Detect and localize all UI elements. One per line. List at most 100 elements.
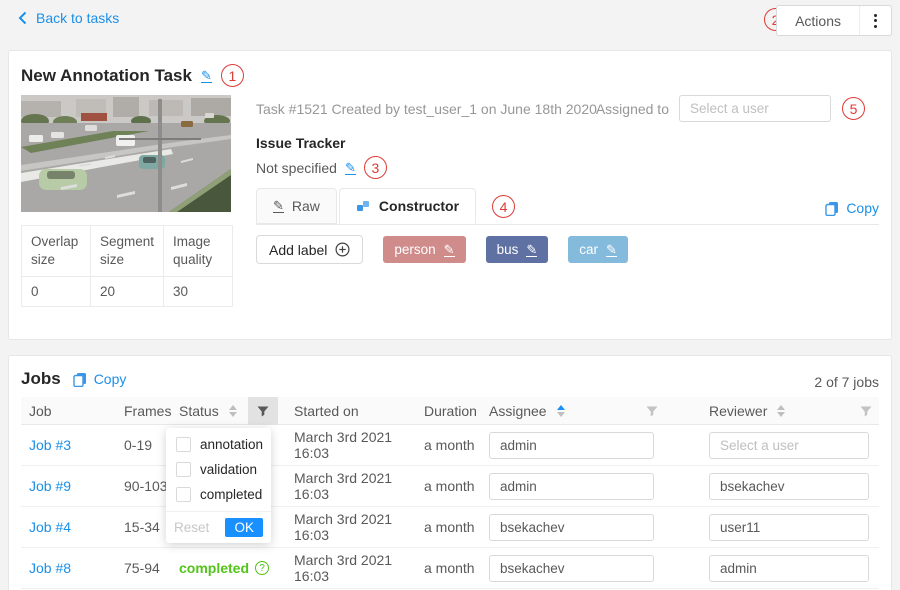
tab-raw-label: Raw <box>292 198 320 214</box>
more-menu-icon[interactable] <box>859 6 891 35</box>
started-cell: March 3rd 2021 16:03 <box>286 470 416 502</box>
annotation-badge-4: 4 <box>492 195 515 218</box>
tab-raw[interactable]: ✎ Raw <box>256 188 337 224</box>
table-row: Job #4 15-34 March 3rd 2021 16:03 a mont… <box>21 507 879 548</box>
column-started-on: Started on <box>286 397 416 425</box>
duration-cell: a month <box>416 560 481 576</box>
filter-option-completed[interactable]: completed <box>166 482 271 507</box>
jobs-count: 2 of 7 jobs <box>814 374 879 390</box>
plus-circle-icon <box>335 242 350 257</box>
filter-option-label: validation <box>200 462 257 477</box>
tab-constructor[interactable]: Constructor <box>339 188 476 224</box>
annotation-badge-5: 5 <box>842 97 865 120</box>
column-job: Job <box>21 397 116 425</box>
filter-option-annotation[interactable]: annotation <box>166 432 271 457</box>
task-title: New Annotation Task <box>21 66 192 86</box>
annotation-badge-1: 1 <box>221 64 244 87</box>
chevron-left-icon <box>18 11 27 25</box>
jobs-card: Jobs Copy 2 of 7 jobs Job Frames Status … <box>8 355 892 590</box>
edit-title-icon[interactable]: ✎ <box>201 69 212 83</box>
filter-reviewer-icon[interactable] <box>851 397 881 425</box>
block-build-icon <box>356 199 371 213</box>
edit-label-icon[interactable]: ✎ <box>606 243 617 257</box>
sort-status-control[interactable] <box>229 405 237 417</box>
assignee-input[interactable] <box>489 555 654 582</box>
assignee-input[interactable] <box>489 514 654 541</box>
pencil-icon: ✎ <box>273 199 284 213</box>
frames-cell: 75-94 <box>116 560 171 576</box>
reviewer-input[interactable] <box>709 514 869 541</box>
jobs-table-header: Job Frames Status Started on Duration As… <box>21 397 879 425</box>
status-cell: completed ? <box>171 560 286 576</box>
duration-cell: a month <box>416 519 481 535</box>
started-cell: March 3rd 2021 16:03 <box>286 511 416 543</box>
label-chip-person-name: person <box>394 242 435 257</box>
label-chip-person[interactable]: person ✎ <box>383 236 465 263</box>
back-to-tasks-link[interactable]: Back to tasks <box>18 10 119 26</box>
edit-label-icon[interactable]: ✎ <box>444 243 455 257</box>
add-label-button[interactable]: Add label <box>256 235 363 264</box>
ok-filter-button[interactable]: OK <box>225 518 263 537</box>
actions-label[interactable]: Actions <box>777 6 859 35</box>
reviewer-input[interactable] <box>709 432 869 459</box>
column-duration: Duration <box>416 397 481 425</box>
copy-labels-link[interactable]: Copy <box>825 200 879 216</box>
param-value-quality: 30 <box>164 277 233 307</box>
filter-status-icon[interactable] <box>248 397 278 425</box>
copy-jobs-label: Copy <box>94 371 127 387</box>
labels-constructor: Add label person ✎ bus ✎ car ✎ <box>256 235 628 264</box>
jobs-table-body: Job #3 0-19 March 3rd 2021 16:03 a month… <box>21 425 879 589</box>
checkbox-validation[interactable] <box>176 462 191 477</box>
job-link[interactable]: Job #4 <box>29 519 71 535</box>
copy-icon <box>825 201 839 216</box>
checkbox-annotation[interactable] <box>176 437 191 452</box>
label-chip-bus[interactable]: bus ✎ <box>486 236 549 263</box>
copy-label: Copy <box>846 200 879 216</box>
frames-cell: 0-19 <box>116 437 171 453</box>
add-label-text: Add label <box>269 242 327 258</box>
tab-constructor-label: Constructor <box>379 198 459 214</box>
edit-issue-tracker-icon[interactable]: ✎ <box>345 161 356 175</box>
jobs-title: Jobs <box>21 369 61 389</box>
assigned-to-input[interactable] <box>679 95 831 122</box>
annotation-badge-3: 3 <box>364 156 387 179</box>
job-link[interactable]: Job #8 <box>29 560 71 576</box>
checkbox-completed[interactable] <box>176 487 191 502</box>
label-chip-car[interactable]: car ✎ <box>568 236 628 263</box>
column-frames: Frames <box>116 397 171 425</box>
reviewer-input[interactable] <box>709 473 869 500</box>
column-assignee: Assignee <box>481 397 701 425</box>
issue-tracker-value: Not specified <box>256 160 337 176</box>
duration-cell: a month <box>416 478 481 494</box>
filter-option-label: completed <box>200 487 262 502</box>
param-header-overlap: Overlap size <box>22 226 91 277</box>
column-status-label: Status <box>179 403 219 419</box>
sort-reviewer-control[interactable] <box>777 405 785 417</box>
back-label: Back to tasks <box>36 10 119 26</box>
job-link[interactable]: Job #9 <box>29 478 71 494</box>
frames-cell: 90-103 <box>116 478 171 494</box>
question-circle-icon[interactable]: ? <box>255 561 269 575</box>
task-preview-image <box>21 95 231 212</box>
frames-cell: 15-34 <box>116 519 171 535</box>
task-detail-page: Back to tasks 2 Actions New Annotation T… <box>0 0 900 590</box>
reviewer-input[interactable] <box>709 555 869 582</box>
assignee-input[interactable] <box>489 473 654 500</box>
table-row: Job #3 0-19 March 3rd 2021 16:03 a month <box>21 425 879 466</box>
actions-button[interactable]: Actions <box>776 5 892 36</box>
started-cell: March 3rd 2021 16:03 <box>286 429 416 461</box>
assignee-input[interactable] <box>489 432 654 459</box>
filter-option-label: annotation <box>200 437 263 452</box>
copy-jobs-link[interactable]: Copy <box>73 371 127 387</box>
edit-label-icon[interactable]: ✎ <box>526 243 537 257</box>
filter-option-validation[interactable]: validation <box>166 457 271 482</box>
param-header-quality: Image quality <box>164 226 233 277</box>
job-link[interactable]: Job #3 <box>29 437 71 453</box>
labels-tabs-bar: ✎ Raw Constructor 4 Copy <box>256 188 879 225</box>
param-value-overlap: 0 <box>22 277 91 307</box>
duration-cell: a month <box>416 437 481 453</box>
copy-icon <box>73 372 87 387</box>
reset-filter-button[interactable]: Reset <box>174 520 209 535</box>
sort-assignee-control[interactable] <box>557 405 565 417</box>
filter-assignee-icon[interactable] <box>637 397 667 425</box>
